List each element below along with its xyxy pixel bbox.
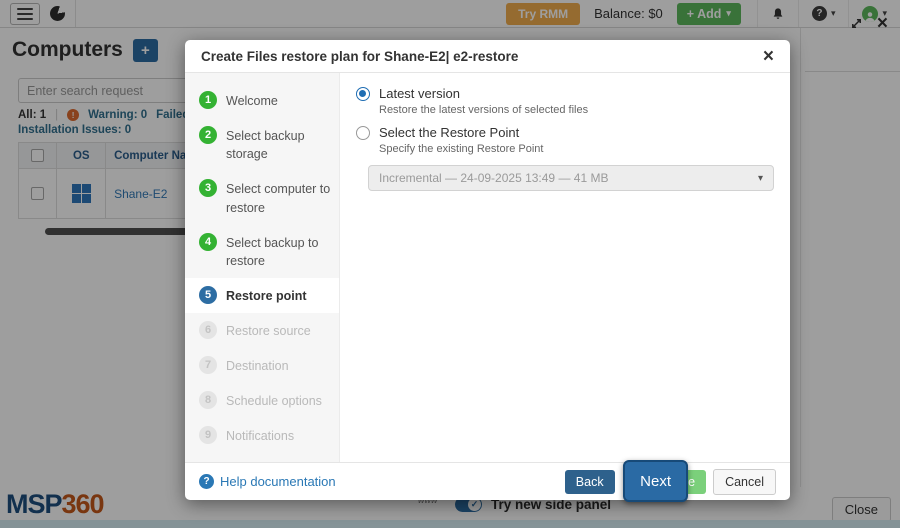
latest-version-radio[interactable]	[356, 87, 370, 101]
wizard-step-restore-point[interactable]: 5 Restore point	[185, 278, 339, 313]
restore-point-select-value: Incremental — 24-09-2025 13:49 — 41 MB	[379, 171, 608, 185]
step-label: Destination	[226, 356, 289, 375]
step-number-badge: 1	[199, 91, 217, 109]
help-documentation-label: Help documentation	[220, 474, 336, 489]
back-button[interactable]: Back	[565, 470, 615, 494]
step-label: Restore source	[226, 321, 311, 340]
select-restore-point-label: Select the Restore Point	[379, 125, 519, 140]
restore-point-select[interactable]: Incremental — 24-09-2025 13:49 — 41 MB ▾	[368, 165, 774, 191]
select-restore-point-radio[interactable]	[356, 126, 370, 140]
next-button[interactable]: Next	[623, 460, 688, 502]
close-icon[interactable]: ×	[763, 47, 774, 66]
step-number-badge: 9	[199, 426, 217, 444]
step-label: Schedule options	[226, 391, 322, 410]
step-number-badge: 7	[199, 356, 217, 374]
help-icon: ?	[199, 474, 214, 489]
modal-title: Create Files restore plan for Shane-E2| …	[201, 49, 518, 64]
restore-plan-wizard-modal: Create Files restore plan for Shane-E2| …	[185, 40, 790, 500]
modal-footer: ? Help documentation Back Save Cancel Ne…	[185, 462, 790, 500]
step-label: Select backup storage	[226, 126, 331, 163]
app-window: Try RMM Balance: $0 + Add▾ ? ▾ ▾ Compute…	[0, 0, 900, 528]
select-restore-point-radio-row[interactable]: Select the Restore Point	[356, 125, 774, 140]
wizard-step-restore-source: 6 Restore source	[185, 313, 339, 348]
step-label: Select backup to restore	[226, 233, 331, 270]
modal-header: Create Files restore plan for Shane-E2| …	[185, 40, 790, 73]
step-number-badge: 6	[199, 321, 217, 339]
step-label: Notifications	[226, 426, 294, 445]
latest-version-label: Latest version	[379, 86, 460, 101]
latest-version-description: Restore the latest versions of selected …	[379, 104, 774, 116]
wizard-step-schedule-options: 8 Schedule options	[185, 383, 339, 418]
step-number-badge: 5	[199, 286, 217, 304]
step-number-badge: 3	[199, 179, 217, 197]
wizard-step-destination: 7 Destination	[185, 348, 339, 383]
step-number-badge: 8	[199, 391, 217, 409]
step-label: Restore point	[226, 286, 307, 305]
wizard-step-select-backup-storage[interactable]: 2 Select backup storage	[185, 118, 339, 171]
step-number-badge: 4	[199, 233, 217, 251]
dropdown-caret-icon: ▾	[758, 173, 763, 184]
step-number-badge: 2	[199, 126, 217, 144]
latest-version-radio-row[interactable]: Latest version	[356, 86, 774, 101]
wizard-step-select-computer[interactable]: 3 Select computer to restore	[185, 171, 339, 224]
select-restore-point-description: Specify the existing Restore Point	[379, 143, 774, 155]
wizard-steps-sidebar: 1 Welcome 2 Select backup storage 3 Sele…	[185, 73, 340, 462]
step-label: Select computer to restore	[226, 179, 331, 216]
step-label: Welcome	[226, 91, 278, 110]
wizard-step-notifications: 9 Notifications	[185, 418, 339, 453]
help-documentation-link[interactable]: ? Help documentation	[199, 474, 336, 489]
cancel-button[interactable]: Cancel	[713, 469, 776, 495]
wizard-step-welcome[interactable]: 1 Welcome	[185, 83, 339, 118]
wizard-step-content: Latest version Restore the latest versio…	[340, 73, 790, 462]
wizard-step-select-backup[interactable]: 4 Select backup to restore	[185, 225, 339, 278]
